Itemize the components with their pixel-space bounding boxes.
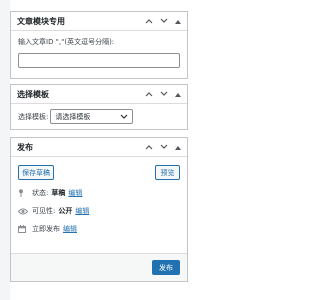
chevron-down-icon[interactable] [160, 18, 168, 24]
chevron-up-icon[interactable] [145, 144, 153, 150]
article-module-title: 文章模块专用 [17, 16, 65, 26]
save-draft-button[interactable]: 保存草稿 [18, 165, 54, 180]
publish-title: 发布 [17, 142, 33, 152]
schedule-text: 立即发布 [32, 225, 60, 233]
publish-header: 发布 [11, 138, 187, 157]
chevron-down-icon [120, 114, 128, 119]
eye-icon [18, 208, 28, 214]
triangle-up-icon[interactable] [175, 145, 181, 150]
visibility-label: 可见性: [32, 207, 56, 215]
status-label: 状态: [32, 189, 49, 197]
visibility-row: 可见性: 公开 编辑 [18, 205, 180, 217]
article-id-label: 输入文章ID ","(英文逗号分隔): [18, 38, 115, 46]
status-edit-link[interactable]: 编辑 [68, 188, 82, 198]
triangle-up-icon[interactable] [175, 19, 181, 24]
schedule-edit-link[interactable]: 编辑 [63, 224, 77, 234]
chevron-down-icon[interactable] [160, 91, 168, 97]
pin-icon [19, 189, 23, 197]
preview-button[interactable]: 预览 [155, 165, 180, 180]
status-row: 状态: 草稿 编辑 [18, 187, 180, 199]
visibility-value: 公开 [58, 207, 73, 215]
left-gutter [0, 0, 10, 300]
template-select[interactable]: 请选择模板 [50, 109, 134, 124]
article-id-input[interactable] [18, 53, 180, 68]
template-header: 选择模板 [11, 85, 187, 104]
template-title: 选择模板 [17, 89, 49, 99]
schedule-row: 立即发布 编辑 [18, 223, 180, 235]
visibility-edit-link[interactable]: 编辑 [75, 206, 89, 216]
chevron-up-icon[interactable] [145, 18, 153, 24]
status-value: 草稿 [51, 189, 66, 197]
article-module-header: 文章模块专用 [11, 12, 187, 31]
triangle-up-icon[interactable] [175, 92, 181, 97]
template-panel: 选择模板 选择模板: 请选择模板 [10, 84, 188, 130]
publish-footer: 发布 [11, 253, 187, 281]
chevron-up-icon[interactable] [145, 91, 153, 97]
chevron-down-icon[interactable] [160, 144, 168, 150]
calendar-icon [18, 225, 26, 233]
publish-panel: 发布 保存草稿 预览 状态: 草稿 编辑 可见性: 公开 编辑 立即发布 编辑 … [10, 137, 188, 282]
template-selected-value: 请选择模板 [55, 112, 91, 121]
article-module-panel: 文章模块专用 输入文章ID ","(英文逗号分隔): [10, 11, 188, 79]
publish-button[interactable]: 发布 [152, 260, 180, 275]
template-label: 选择模板: [18, 112, 49, 121]
